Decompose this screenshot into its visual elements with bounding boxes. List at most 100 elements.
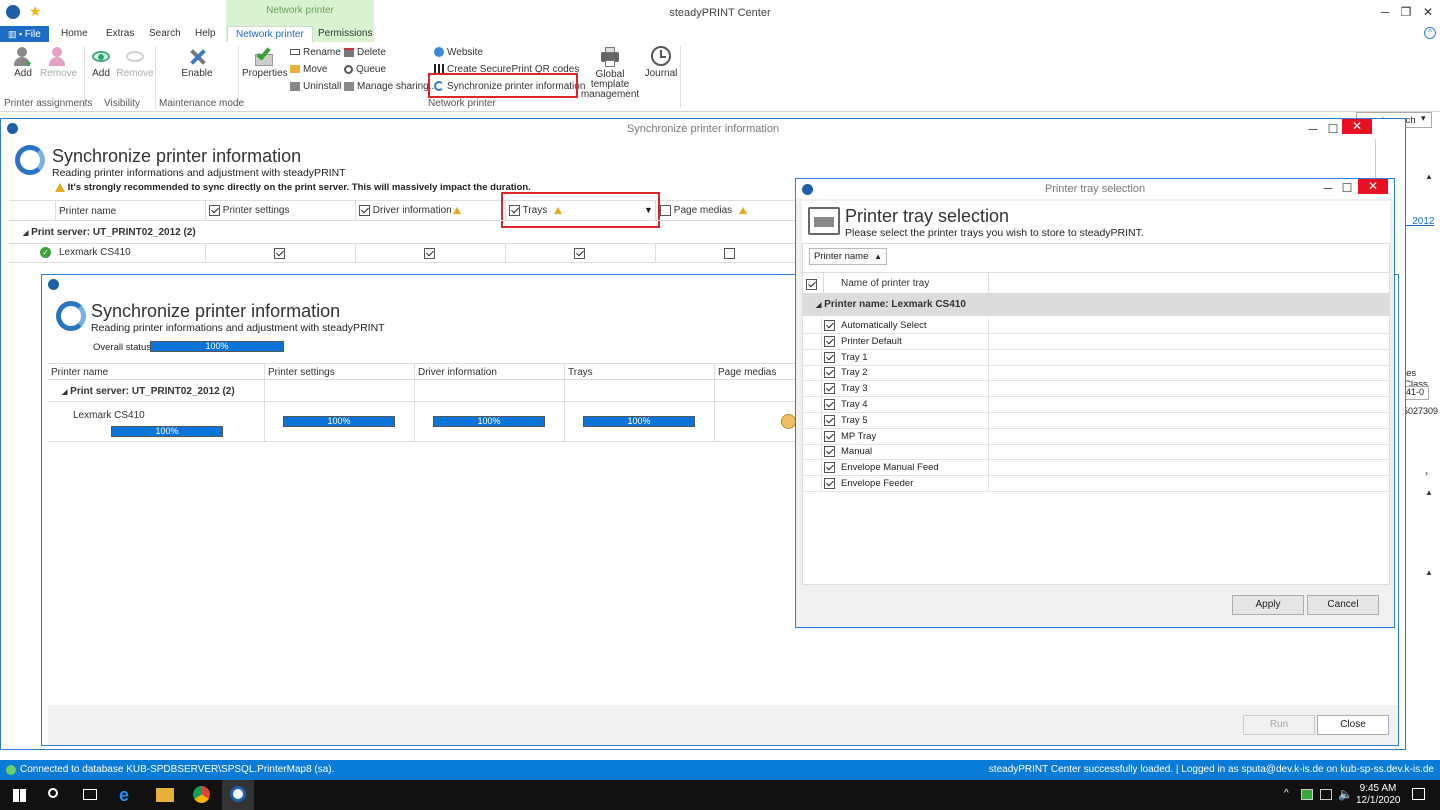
outer-minimize-button[interactable]: ─ [1303, 121, 1323, 137]
tray-row[interactable]: Envelope Feeder [803, 476, 1389, 492]
tray-row[interactable]: Manual [803, 444, 1389, 461]
move-button[interactable]: Move [290, 64, 327, 75]
row-printer-settings-checkbox[interactable] [274, 247, 285, 259]
col-driver-information[interactable]: Driver information [359, 205, 462, 216]
tray-checkbox[interactable] [824, 478, 835, 489]
tray-row[interactable]: MP Tray [803, 428, 1389, 445]
notifications-icon[interactable] [1412, 788, 1425, 800]
tray-checkbox[interactable] [824, 462, 835, 474]
tray-checkbox[interactable] [824, 383, 835, 395]
tab-extras[interactable]: Extras [98, 26, 142, 42]
enable-maintenance-button[interactable]: Enable [178, 46, 216, 79]
run-button[interactable]: Run [1243, 715, 1315, 735]
tray-checkbox[interactable] [824, 446, 835, 458]
tray-row[interactable]: Tray 4 [803, 397, 1389, 413]
tray-group[interactable]: ◢ Printer name: Lexmark CS410 [816, 299, 966, 310]
properties-button[interactable]: Properties [242, 45, 288, 79]
driver-info-checkbox[interactable] [359, 205, 370, 216]
tray-row[interactable]: Envelope Manual Feed [803, 460, 1389, 477]
task-view-icon[interactable] [83, 789, 97, 800]
close-button[interactable]: ✕ [1418, 4, 1438, 20]
tray-name: Envelope Manual Feed [841, 462, 939, 474]
remove-visibility-button[interactable]: Remove [116, 46, 154, 79]
network-icon[interactable] [1320, 789, 1332, 800]
tab-permissions[interactable]: Permissions [310, 26, 380, 42]
manage-sharing-button[interactable]: Manage sharing... [344, 81, 437, 92]
tray-close-button[interactable]: ✕ [1358, 179, 1388, 194]
tray-checkbox[interactable] [824, 414, 835, 426]
sync-outer-group[interactable]: ◢ Print server: UT_PRINT02_2012 (2) [23, 227, 196, 238]
tray-checkbox[interactable] [824, 320, 835, 331]
volume-icon[interactable]: 🔈 [1338, 787, 1353, 801]
row-trays-checkbox[interactable] [574, 247, 585, 259]
tray-row[interactable]: Tray 1 [803, 349, 1389, 366]
chevron-up-icon[interactable]: ▲ [1425, 172, 1433, 181]
tray-checkbox[interactable] [824, 367, 835, 379]
tray-app-icon[interactable] [1301, 789, 1313, 800]
sync-inner-group[interactable]: ◢ Print server: UT_PRINT02_2012 (2) [62, 386, 235, 397]
divider [355, 200, 356, 220]
add-visibility-button[interactable]: Add [88, 46, 114, 79]
col-page-medias[interactable]: Page medias [660, 205, 748, 216]
chevron-right-icon[interactable]: › [1425, 468, 1428, 478]
tray-row[interactable]: Automatically Select [803, 318, 1389, 334]
website-button[interactable]: Website [434, 47, 483, 58]
add-assignment-button[interactable]: + Add [8, 46, 38, 79]
tab-home[interactable]: Home [53, 26, 96, 42]
page-medias-checkbox[interactable] [660, 205, 671, 216]
tab-network-printer[interactable]: Network printer [227, 26, 313, 42]
remove-assignment-button[interactable]: Remove [40, 46, 77, 79]
ribbon-collapse-icon[interactable]: ^ [1424, 27, 1436, 39]
col-printer-settings[interactable]: Printer settings [209, 205, 289, 216]
tray-maximize-button[interactable]: ☐ [1337, 180, 1357, 196]
tray-row[interactable]: Tray 5 [803, 412, 1389, 429]
printer-settings-checkbox[interactable] [209, 205, 220, 216]
tray-chevron-icon[interactable]: ^ [1284, 788, 1289, 799]
apply-button[interactable]: Apply [1232, 595, 1304, 615]
divider [821, 428, 822, 445]
printer-settings-progress: 100% [283, 416, 395, 427]
journal-button[interactable]: Journal [644, 46, 678, 79]
outer-maximize-button[interactable]: ☐ [1323, 121, 1343, 137]
tab-search[interactable]: Search [141, 26, 189, 42]
inner-footer [48, 705, 1398, 745]
delete-printer-icon [344, 47, 354, 57]
tray-checkbox[interactable] [824, 351, 835, 363]
search-icon[interactable] [48, 788, 58, 798]
tray-minimize-button[interactable]: ─ [1318, 180, 1338, 196]
edge-browser-icon[interactable]: e [119, 785, 129, 806]
col-page-medias-label: Page medias [673, 205, 733, 217]
file-explorer-icon[interactable] [156, 788, 174, 802]
group-by-chip[interactable]: Printer name ▲ [809, 248, 887, 265]
chevron-up-icon[interactable]: ▲ [1425, 568, 1433, 577]
tray-checkbox[interactable] [824, 430, 835, 442]
global-template-button[interactable]: Global template management [578, 46, 642, 100]
rename-button[interactable]: Rename [290, 47, 341, 58]
uninstall-button[interactable]: Uninstall [290, 81, 341, 92]
close-dialog-button[interactable]: Close [1317, 715, 1389, 735]
overall-status-label: Overall status [93, 342, 152, 353]
chrome-browser-icon[interactable] [193, 786, 210, 803]
tray-row[interactable]: Tray 3 [803, 381, 1389, 398]
windows-start-icon[interactable] [13, 789, 26, 802]
maximize-button[interactable]: ❐ [1396, 4, 1416, 20]
taskbar-active-app[interactable] [222, 780, 254, 810]
minimize-button[interactable]: ─ [1375, 4, 1395, 20]
tray-row[interactable]: Printer Default [803, 333, 1389, 350]
queue-button[interactable]: Queue [344, 64, 386, 75]
divider [803, 272, 1390, 273]
outer-close-button[interactable]: ✕ [1342, 119, 1372, 134]
tab-help[interactable]: Help [187, 26, 224, 42]
tray-checkbox[interactable] [824, 399, 835, 410]
select-all-checkbox[interactable] [806, 278, 817, 290]
tray-row[interactable]: Tray 2 [803, 365, 1389, 382]
chevron-up-icon[interactable]: ▲ [1425, 488, 1433, 497]
tab-file[interactable]: ▥ ▪ File [0, 26, 49, 42]
row-driver-info-checkbox[interactable] [424, 247, 435, 259]
cancel-button[interactable]: Cancel [1307, 595, 1379, 615]
tray-checkbox[interactable] [824, 335, 835, 347]
clock[interactable]: 9:45 AM 12/1/2020 [1356, 783, 1401, 807]
row-page-medias-checkbox[interactable] [724, 247, 735, 259]
divider [821, 460, 822, 477]
delete-button[interactable]: Delete [344, 47, 386, 58]
